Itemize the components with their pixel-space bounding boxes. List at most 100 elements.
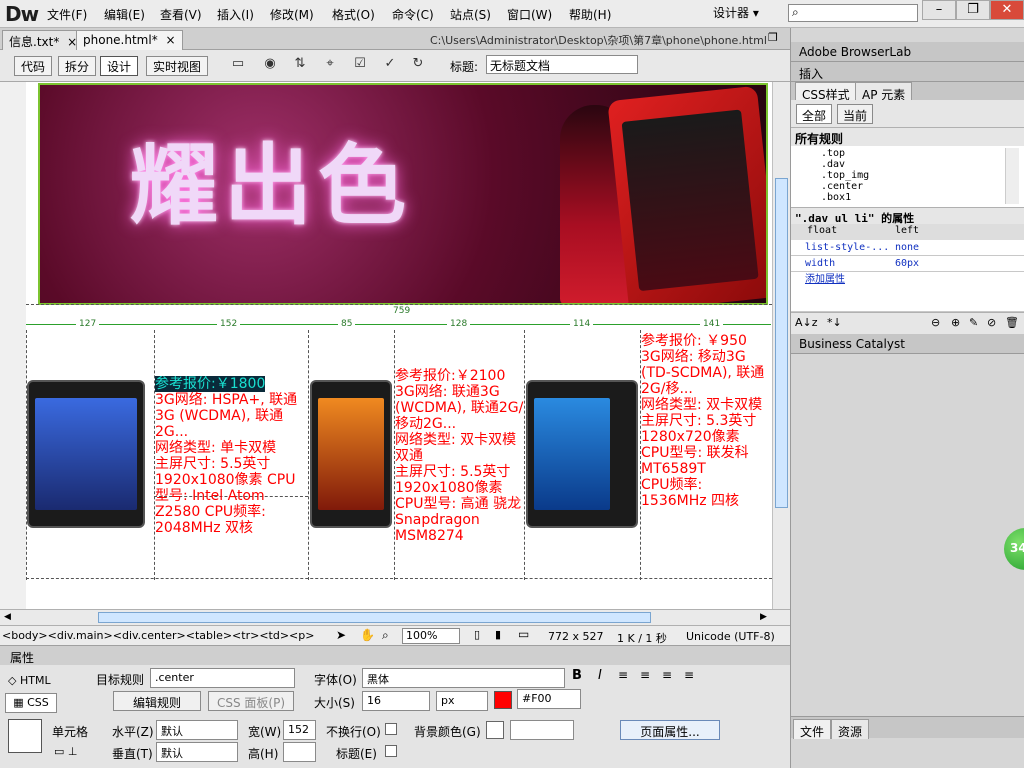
menu-format[interactable]: 格式(O) [332, 6, 375, 23]
browserlab-header[interactable]: Adobe BrowserLab [791, 42, 1024, 62]
menu-window[interactable]: 窗口(W) [507, 6, 552, 23]
hand-tool-icon[interactable]: ✋ [360, 628, 375, 642]
set-properties-icon[interactable]: *↓ [827, 316, 842, 329]
menu-view[interactable]: 查看(V) [160, 6, 202, 23]
zoom-tool-icon[interactable]: ⌕ [382, 628, 389, 643]
nowrap-checkbox[interactable] [385, 723, 397, 735]
target-rule-select[interactable]: .center [150, 668, 295, 688]
css-panel-button[interactable]: CSS 面板(P) [208, 691, 294, 711]
tab-assets[interactable]: 资源 [831, 719, 870, 739]
rules-list[interactable]: .top .dav .top_img .center .box1 [791, 146, 1024, 208]
prop-row-width[interactable]: width 60px [791, 256, 1024, 272]
phone-image-3[interactable] [526, 380, 638, 528]
insert-header[interactable]: 插入 [791, 62, 1024, 82]
scroll-left-icon[interactable]: ◀ [4, 612, 11, 622]
prop-row-list-style[interactable]: list-style-... none [791, 240, 1024, 256]
tab-close-icon[interactable]: × [166, 33, 176, 47]
tab-files[interactable]: 文件 [793, 719, 832, 739]
maximize-button[interactable]: ❐ [956, 0, 990, 20]
edit-rule-button[interactable]: 编辑规则 [113, 691, 201, 711]
current-rules-button[interactable]: 当前 [837, 104, 873, 124]
align-right-icon[interactable]: ≡ [662, 668, 672, 682]
bg-color-swatch[interactable] [486, 721, 504, 739]
banner-image[interactable]: 耀出色 [38, 83, 768, 305]
refresh-icon[interactable]: ↻ [406, 56, 430, 76]
new-rule-icon[interactable]: ⊕ [951, 316, 960, 329]
bg-color-input[interactable] [510, 720, 574, 740]
css-mode-button[interactable]: ▦ CSS [5, 693, 57, 713]
color-input[interactable]: #F00 [517, 689, 581, 709]
rule-item[interactable]: .dav [821, 159, 1024, 170]
close-button[interactable]: ✕ [990, 0, 1024, 20]
height-input[interactable] [283, 742, 316, 762]
mobile-size-icon[interactable]: ▯ [474, 628, 480, 641]
vertical-scroll-thumb[interactable] [775, 178, 788, 508]
code-view-button[interactable]: 代码 [14, 56, 53, 76]
rule-item[interactable]: .center [821, 181, 1024, 192]
product-2-info[interactable]: 参考报价:￥2100 3G网络: 联通3G (WCDMA), 联通2G/移动2G… [395, 368, 524, 546]
menu-file[interactable]: 文件(F) [47, 6, 87, 23]
inspect-icon[interactable]: ⌖ [318, 56, 342, 76]
file-management-icon[interactable]: ⇅ [288, 56, 312, 76]
product-3-info[interactable]: 参考报价: ￥950 3G网络: 移动3G (TD-SCDMA), 联通2G/移… [641, 333, 772, 527]
doc-title-input[interactable]: 无标题文档 [486, 55, 638, 74]
justify-icon[interactable]: ≡ [684, 668, 694, 682]
delete-rule-icon[interactable]: 🗑 [1005, 316, 1019, 329]
minimize-button[interactable]: – [922, 0, 956, 20]
multiscreen-icon[interactable]: ▭ [226, 56, 250, 76]
menu-modify[interactable]: 修改(M) [270, 6, 314, 23]
align-left-icon[interactable]: ≡ [618, 668, 628, 682]
size-select[interactable]: 16 [362, 691, 430, 711]
phone-image-1[interactable] [27, 380, 145, 528]
rule-item[interactable]: .top_img [821, 170, 1024, 181]
business-catalyst-header[interactable]: Business Catalyst [791, 334, 1024, 354]
add-property-link[interactable]: 添加属性 [791, 272, 1024, 312]
rule-item[interactable]: .box1 [821, 192, 1024, 203]
workspace-switcher[interactable]: 设计器 ▾ [713, 4, 759, 21]
menu-insert[interactable]: 插入(I) [217, 6, 254, 23]
rule-item[interactable]: .top [821, 148, 1024, 159]
validate-icon[interactable]: ✓ [378, 56, 402, 76]
edit-rule-icon[interactable]: ✎ [969, 316, 978, 329]
window-size[interactable]: 772 x 527 [548, 630, 604, 643]
search-input[interactable]: ⌕ [788, 4, 918, 22]
width-input[interactable]: 152 [283, 720, 316, 740]
tab-info-txt[interactable]: 信息.txt* × [2, 30, 85, 50]
horizontal-scrollbar[interactable]: ◀ ▶ [0, 609, 790, 625]
unit-select[interactable]: px [436, 691, 488, 711]
desktop-size-icon[interactable]: ▭ [518, 627, 529, 641]
live-view-button[interactable]: 实时视图 [146, 56, 209, 76]
align-center-icon[interactable]: ≡ [640, 668, 650, 682]
attach-stylesheet-icon[interactable]: ⊖ [931, 316, 940, 329]
tab-css-styles[interactable]: CSS样式 [795, 82, 857, 102]
merge-cells-icon[interactable]: ▭ ⊥ [54, 745, 77, 758]
zoom-select[interactable]: 100% [402, 628, 460, 644]
menu-site[interactable]: 站点(S) [450, 6, 491, 23]
html-mode-button[interactable]: ◇ HTML [8, 674, 51, 687]
header-checkbox[interactable] [385, 745, 397, 757]
prop-row-float[interactable]: float left [791, 224, 1024, 240]
tag-selector[interactable]: <body><div.main><div.center><table><tr><… [2, 629, 314, 642]
tab-phone-html[interactable]: phone.html* × [76, 30, 183, 50]
tab-ap-elements[interactable]: AP 元素 [855, 82, 913, 102]
vert-select[interactable]: 默认 [156, 742, 238, 762]
all-rules-button[interactable]: 全部 [796, 104, 832, 124]
font-select[interactable]: 黑体 [362, 668, 565, 688]
menu-help[interactable]: 帮助(H) [569, 6, 611, 23]
color-swatch[interactable] [494, 691, 512, 709]
vertical-scrollbar[interactable] [772, 82, 790, 609]
rules-scrollbar[interactable] [1005, 148, 1019, 204]
browser-preview-icon[interactable]: ◉ [258, 56, 282, 76]
horizontal-scroll-thumb[interactable] [98, 612, 651, 623]
select-tool-icon[interactable]: ➤ [336, 628, 346, 642]
visual-aids-icon[interactable]: ☑ [348, 56, 372, 76]
italic-button[interactable]: I [598, 668, 602, 683]
tablet-size-icon[interactable]: ▮ [495, 628, 501, 641]
phone-image-2[interactable] [310, 380, 392, 528]
sort-az-icon[interactable]: A↓z [795, 316, 818, 329]
disable-rule-icon[interactable]: ⊘ [987, 316, 996, 329]
scroll-right-icon[interactable]: ▶ [760, 612, 767, 622]
product-1-info[interactable]: 参考报价:￥1800 3G网络: HSPA+, 联通3G (WCDMA), 联通… [155, 376, 308, 540]
menu-edit[interactable]: 编辑(E) [104, 6, 145, 23]
restore-doc-icon[interactable]: ❐ [768, 31, 778, 44]
